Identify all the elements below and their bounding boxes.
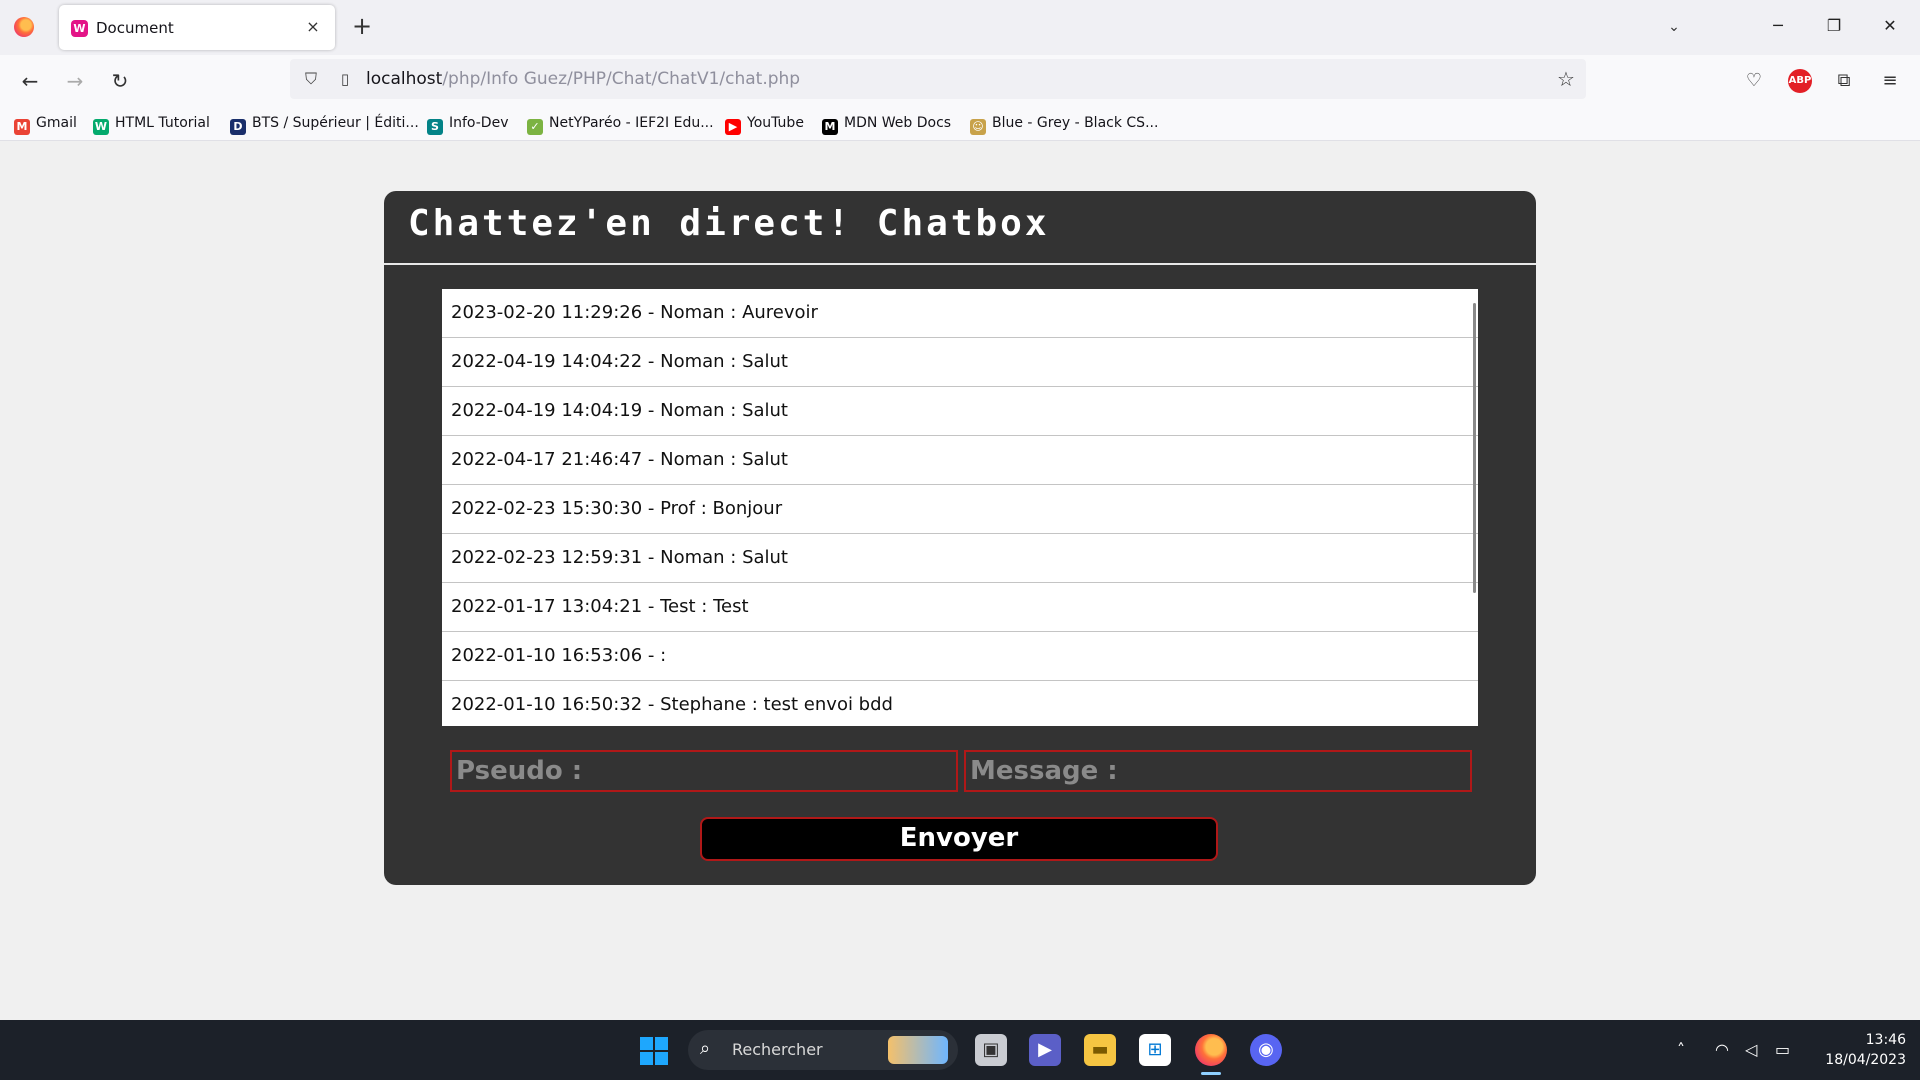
- bookmark-label: BTS / Supérieur | Éditi...: [252, 115, 419, 131]
- bookmarks-toolbar: M Gmail W HTML Tutorial D BTS / Supérieur | É…: [0, 105, 1920, 141]
- task-view-icon[interactable]: ▣: [975, 1034, 1007, 1066]
- bookmark-item[interactable]: M MDN Web Docs: [822, 113, 952, 135]
- bookmark-label: Blue - Grey - Black CS...: [992, 115, 1159, 131]
- pseudo-input[interactable]: Pseudo :: [450, 750, 958, 792]
- tab-document[interactable]: W Document ×: [59, 5, 335, 50]
- page-info-icon[interactable]: ▯: [334, 68, 356, 90]
- message-row: 2022-04-19 14:04:19 - Noman : Salut: [442, 387, 1478, 436]
- battery-icon[interactable]: ▭: [1775, 1040, 1790, 1059]
- discord-icon[interactable]: ◉: [1250, 1034, 1282, 1066]
- bookmark-label: MDN Web Docs: [844, 115, 952, 131]
- message-row: 2022-01-10 16:53:06 - :: [442, 632, 1478, 681]
- tracking-shield-icon[interactable]: ⛉: [300, 68, 322, 90]
- sharepoint-icon: S: [427, 119, 443, 135]
- url-path: /php/Info Guez/PHP/Chat/ChatV1/chat.php: [442, 69, 801, 89]
- bookmark-item[interactable]: S Info-Dev: [427, 113, 509, 135]
- clock[interactable]: 13:46 18/04/2023: [1810, 1030, 1906, 1070]
- bookmark-item[interactable]: ▶ YouTube: [725, 113, 804, 135]
- page-title: Chattez'en direct! Chatbox: [408, 203, 1050, 244]
- message-row: 2022-01-17 13:04:21 - Test : Test: [442, 583, 1478, 632]
- message-row: 2022-01-10 16:50:32 - Stephane : test en…: [442, 681, 1478, 726]
- gmail-icon: M: [14, 119, 30, 135]
- message-list[interactable]: 2023-02-20 11:29:26 - Noman : Aurevoir 20…: [442, 289, 1478, 726]
- bookmark-label: HTML Tutorial: [115, 115, 210, 131]
- bookmark-label: NetYParéo - IEF2I Edu...: [549, 115, 714, 131]
- menu-icon[interactable]: ≡: [1876, 67, 1904, 95]
- tab-bar: W Document × + ⌄ ─ ❐ ✕: [0, 0, 1920, 55]
- netypareo-icon: ✓: [527, 119, 543, 135]
- bookmark-item[interactable]: W HTML Tutorial: [93, 113, 210, 135]
- minimize-icon[interactable]: ─: [1755, 8, 1801, 44]
- firefox-taskbar-icon[interactable]: [1195, 1034, 1227, 1066]
- message-row: 2023-02-20 11:29:26 - Noman : Aurevoir: [442, 289, 1478, 338]
- reload-icon[interactable]: ↻: [104, 65, 136, 97]
- message-row: 2022-04-19 14:04:22 - Noman : Salut: [442, 338, 1478, 387]
- start-icon[interactable]: [640, 1037, 668, 1065]
- url-host: localhost: [366, 69, 443, 89]
- message-list-scrollbar[interactable]: [1473, 303, 1476, 593]
- message-row: 2022-02-23 15:30:30 - Prof : Bonjour: [442, 485, 1478, 534]
- bookmark-item[interactable]: ✓ NetYParéo - IEF2I Edu...: [527, 113, 714, 135]
- taskbar-search[interactable]: ⌕ Rechercher: [688, 1030, 958, 1070]
- clock-time: 13:46: [1865, 1032, 1906, 1048]
- chatbox-panel: Chattez'en direct! Chatbox 2023-02-20 11…: [384, 191, 1536, 885]
- new-tab-button[interactable]: +: [348, 12, 376, 40]
- search-label: Rechercher: [732, 1040, 823, 1059]
- bookmark-label: YouTube: [747, 115, 804, 131]
- volume-icon[interactable]: ◁: [1745, 1040, 1757, 1059]
- bookmark-label: Gmail: [36, 115, 77, 131]
- message-row: 2022-04-17 21:46:47 - Noman : Salut: [442, 436, 1478, 485]
- message-input[interactable]: Message :: [964, 750, 1472, 792]
- file-explorer-icon[interactable]: ▬: [1084, 1034, 1116, 1066]
- firefox-icon[interactable]: [14, 17, 34, 37]
- search-highlight-icon: [888, 1036, 948, 1064]
- firefox-active-indicator: [1201, 1072, 1221, 1075]
- mdn-icon: M: [822, 119, 838, 135]
- close-window-icon[interactable]: ✕: [1867, 8, 1913, 44]
- bookmark-item[interactable]: D BTS / Supérieur | Éditi...: [230, 113, 419, 135]
- back-icon[interactable]: ←: [14, 65, 46, 97]
- url-text[interactable]: localhost/php/Info Guez/PHP/Chat/ChatV1/…: [366, 69, 800, 89]
- microsoft-store-icon[interactable]: ⊞: [1139, 1034, 1171, 1066]
- teams-chat-icon[interactable]: ▶: [1029, 1034, 1061, 1066]
- avatar-bookmark-icon: ☺: [970, 119, 986, 135]
- wamp-favicon-icon: W: [71, 20, 88, 37]
- w3schools-icon: W: [93, 119, 109, 135]
- bookmark-label: Info-Dev: [449, 115, 509, 131]
- d-logo-icon: D: [230, 119, 246, 135]
- adblock-plus-icon[interactable]: ABP: [1788, 69, 1812, 93]
- page-viewport: Chattez'en direct! Chatbox 2023-02-20 11…: [0, 141, 1920, 1020]
- tab-title: Document: [96, 19, 174, 37]
- navigation-toolbar: ← → ↻ ⛉ ▯ localhost/php/Info Guez/PHP/Ch…: [0, 55, 1920, 105]
- address-bar[interactable]: ⛉ ▯ localhost/php/Info Guez/PHP/Chat/Cha…: [290, 59, 1586, 99]
- forward-icon[interactable]: →: [59, 65, 91, 97]
- title-divider: [384, 263, 1536, 265]
- bookmark-star-icon[interactable]: ☆: [1554, 67, 1578, 91]
- youtube-icon: ▶: [725, 119, 741, 135]
- extensions-icon[interactable]: ⧉: [1830, 67, 1858, 95]
- search-icon: ⌕: [700, 1038, 711, 1059]
- send-button[interactable]: Envoyer: [700, 817, 1218, 861]
- list-all-tabs-icon[interactable]: ⌄: [1660, 13, 1688, 41]
- clock-date: 18/04/2023: [1825, 1052, 1906, 1068]
- bookmark-item[interactable]: ☺ Blue - Grey - Black CS...: [970, 113, 1159, 135]
- wifi-icon[interactable]: ◠: [1715, 1040, 1729, 1059]
- windows-taskbar: ⌕ Rechercher ▣ ▶ ▬ ⊞ ◉ ˄ ◠ ◁ ▭ 13:46 18/…: [0, 1020, 1920, 1080]
- message-row: 2022-02-23 12:59:31 - Noman : Salut: [442, 534, 1478, 583]
- show-hidden-icons-icon[interactable]: ˄: [1677, 1040, 1685, 1059]
- pocket-icon[interactable]: ♡: [1740, 67, 1768, 95]
- bookmark-item[interactable]: M Gmail: [14, 113, 77, 135]
- restore-icon[interactable]: ❐: [1811, 8, 1857, 44]
- tab-close-icon[interactable]: ×: [301, 15, 325, 39]
